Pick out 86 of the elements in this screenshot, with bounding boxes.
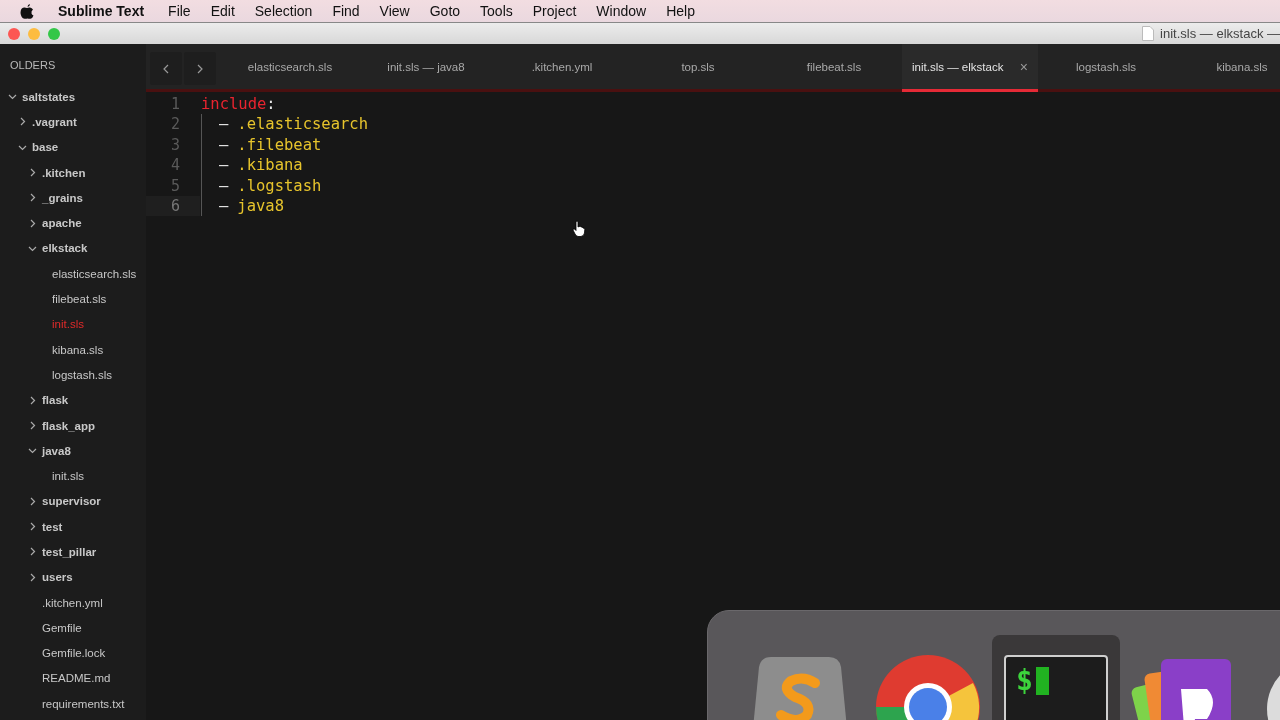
file-tab[interactable]: kibana.sls <box>1174 44 1280 92</box>
folder-item[interactable]: elkstack <box>42 242 88 255</box>
file-tab[interactable]: filebeat.sls <box>766 44 902 92</box>
tree-document-entry[interactable]: filebeat.sls <box>52 293 107 305</box>
code-token: java8 <box>237 195 284 217</box>
menu-item[interactable]: Window <box>586 3 657 19</box>
tree-document-entry[interactable]: elasticsearch.sls <box>52 267 137 280</box>
apple-logo-icon[interactable] <box>20 3 34 19</box>
line-number: 3 <box>169 134 181 156</box>
folder-item[interactable]: .kitchen <box>42 166 86 179</box>
code-token: .filebeat <box>237 134 322 156</box>
collapse-chevron-icon[interactable] <box>28 193 37 203</box>
folder-item[interactable]: base <box>32 141 59 154</box>
folder-item[interactable]: flask_app <box>42 419 96 432</box>
tree-document-entry[interactable]: .kitchen.yml <box>42 596 103 609</box>
folder-item[interactable]: apache <box>42 217 82 230</box>
document-icon <box>1142 26 1155 41</box>
line-number: 5 <box>169 175 181 196</box>
file-tab[interactable]: init.sls — java8 <box>358 44 494 92</box>
collapse-chevron-icon[interactable] <box>28 218 37 228</box>
collapse-chevron-icon[interactable] <box>18 117 27 127</box>
tree-document-entry[interactable]: kibana.sls <box>52 343 104 356</box>
menu-item[interactable]: Tools <box>470 3 523 19</box>
folder-item[interactable]: _grains <box>42 191 83 204</box>
collapse-chevron-icon[interactable] <box>28 168 37 178</box>
tree-document-entry[interactable]: init.sls <box>52 318 84 331</box>
code-token: .kibana <box>237 155 303 176</box>
window-title: init.sls — elkstack — <box>1160 26 1280 41</box>
file-tab[interactable]: logstash.sls <box>1038 44 1174 92</box>
hand-pointer-icon <box>572 220 586 237</box>
file-tab[interactable]: top.sls <box>630 44 766 92</box>
chevron-left-icon <box>162 63 170 74</box>
menu-item[interactable]: Project <box>522 3 587 19</box>
folder-item[interactable]: flask <box>42 394 69 407</box>
folder-item[interactable]: test <box>42 520 63 533</box>
menu-item[interactable]: Selection <box>244 3 323 19</box>
sidebar-header: OLDERS <box>10 59 56 71</box>
code-token: – <box>219 175 229 196</box>
cursor-block <box>1035 667 1049 695</box>
collapse-chevron-icon[interactable] <box>28 496 37 506</box>
collapse-chevron-icon[interactable] <box>28 547 37 557</box>
menu-item[interactable]: Find <box>322 3 370 19</box>
code-token: : <box>266 94 276 115</box>
line-number: 2 <box>169 114 181 135</box>
tree-document-entry[interactable]: logstash.sls <box>52 368 113 381</box>
folder-item[interactable]: java8 <box>42 444 71 457</box>
terminal-app-icon[interactable]: $ <box>1004 655 1108 720</box>
folder-item[interactable]: .vagrant <box>32 115 77 128</box>
tree-document-entry[interactable]: init.sls <box>52 470 84 483</box>
code-token: – <box>219 114 229 135</box>
code-token: – <box>219 195 229 217</box>
collapse-chevron-icon[interactable] <box>28 522 37 532</box>
tree-document-entry[interactable]: Gemfile.lock <box>42 647 106 660</box>
app-menu[interactable]: Sublime Text <box>52 3 159 19</box>
file-tab[interactable]: init.sls — elkstack × <box>902 44 1038 92</box>
folder-item[interactable]: users <box>42 571 73 584</box>
tree-document-entry[interactable]: README.md <box>42 672 111 685</box>
prompt-symbol: $ <box>1016 667 1033 695</box>
menu-item[interactable]: File <box>158 3 201 19</box>
line-number: 4 <box>169 155 181 176</box>
folder-item[interactable]: saltstates <box>22 90 76 103</box>
expand-chevron-icon[interactable] <box>28 446 37 456</box>
menu-item[interactable]: Help <box>656 3 705 19</box>
menu-item[interactable]: Goto <box>419 3 471 19</box>
line-number: 6 <box>146 195 200 217</box>
folder-item[interactable]: supervisor <box>42 495 101 508</box>
tree-document-entry[interactable]: Gemfile <box>42 621 82 634</box>
code-token: – <box>219 134 229 156</box>
collapse-chevron-icon[interactable] <box>28 395 37 405</box>
tree-document-entry[interactable]: requirements.txt <box>42 697 125 710</box>
menu-item[interactable]: View <box>369 3 420 19</box>
collapse-chevron-icon[interactable] <box>28 572 37 582</box>
code-token: .elasticsearch <box>237 114 368 135</box>
folder-item[interactable]: test_pillar <box>42 546 97 558</box>
file-tab[interactable]: elasticsearch.sls <box>222 44 358 92</box>
code-token: – <box>219 155 229 176</box>
close-window-button[interactable] <box>8 27 20 40</box>
close-tab-icon[interactable]: × <box>1019 58 1028 75</box>
line-number: 1 <box>169 94 181 115</box>
collapse-chevron-icon[interactable] <box>28 421 37 430</box>
chevron-right-icon <box>196 63 204 74</box>
file-tab[interactable]: .kitchen.yml <box>494 44 630 92</box>
code-token: .logstash <box>237 175 322 196</box>
code-token: include <box>201 94 267 115</box>
menu-item[interactable]: Edit <box>200 3 245 19</box>
expand-chevron-icon[interactable] <box>8 92 17 102</box>
